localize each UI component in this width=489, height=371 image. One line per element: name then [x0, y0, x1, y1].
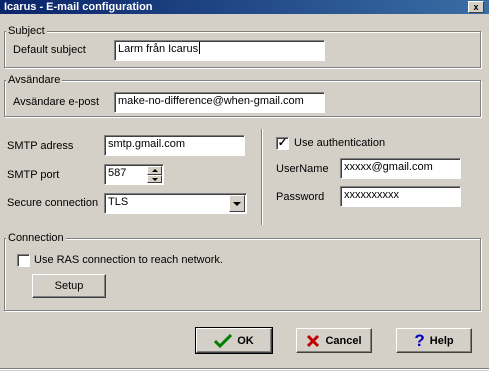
smtp-address-field[interactable]: smtp.gmail.com [104, 135, 245, 156]
check-icon [214, 333, 233, 348]
use-authentication-label[interactable]: Use authentication [294, 136, 385, 150]
password-value: xxxxxxxxxx [344, 189, 399, 201]
smtp-address-value: smtp.gmail.com [108, 138, 186, 150]
subject-group-label: Subject [6, 25, 47, 37]
port-spin-down-button[interactable] [147, 175, 162, 183]
bottom-edge [0, 368, 489, 370]
section-separator [261, 129, 263, 225]
setup-button-label: Setup [54, 280, 84, 292]
help-button[interactable]: ? Help [396, 328, 472, 353]
secure-connection-value: TLS [108, 196, 129, 208]
cancel-button[interactable]: Cancel [296, 328, 372, 353]
window-title: Icarus - E-mail configuration [4, 1, 153, 13]
username-field[interactable]: xxxxx@gmail.com [340, 158, 461, 179]
arrow-up-icon [151, 169, 158, 172]
default-subject-value: Larm från Icarus [118, 43, 199, 55]
secure-connection-label: Secure connection [7, 197, 99, 209]
close-icon: x [473, 2, 479, 12]
ras-connection-label[interactable]: Use RAS connection to reach network. [34, 253, 223, 267]
default-subject-label: Default subject [13, 44, 86, 56]
sender-email-value: make-no-difference@when-gmail.com [118, 95, 304, 107]
smtp-port-label: SMTP port [7, 169, 60, 181]
smtp-address-label: SMTP adress [7, 140, 74, 152]
ok-button-label: OK [237, 334, 254, 347]
password-label: Password [276, 191, 325, 203]
sender-email-label: Avsändare e-post [13, 96, 100, 108]
cancel-button-label: Cancel [325, 334, 362, 347]
text-caret [199, 42, 201, 54]
sender-email-field[interactable]: make-no-difference@when-gmail.com [114, 92, 325, 113]
username-value: xxxxx@gmail.com [344, 161, 433, 173]
checkmark-icon: ✓ [277, 137, 288, 149]
port-spin-up-button[interactable] [147, 166, 162, 175]
close-button[interactable]: x [468, 1, 484, 13]
ok-button[interactable]: OK [195, 327, 273, 354]
arrow-down-icon [151, 177, 158, 181]
help-button-label: Help [429, 334, 454, 347]
sender-group-label: Avsändare [6, 74, 63, 86]
x-icon [306, 334, 320, 348]
password-field[interactable]: xxxxxxxxxx [340, 186, 461, 207]
question-icon: ? [414, 330, 425, 350]
connection-group-label: Connection [6, 232, 66, 244]
default-subject-field[interactable]: Larm från Icarus [114, 40, 325, 61]
secure-connection-dropdown-button[interactable] [229, 195, 245, 212]
setup-button[interactable]: Setup [32, 274, 106, 298]
chevron-down-icon [233, 201, 241, 206]
secure-connection-select[interactable]: TLS [104, 193, 247, 214]
use-authentication-checkbox[interactable]: ✓ [276, 137, 289, 150]
username-label: UserName [276, 163, 329, 175]
smtp-port-value: 587 [108, 167, 127, 179]
ras-connection-checkbox[interactable] [17, 254, 30, 267]
